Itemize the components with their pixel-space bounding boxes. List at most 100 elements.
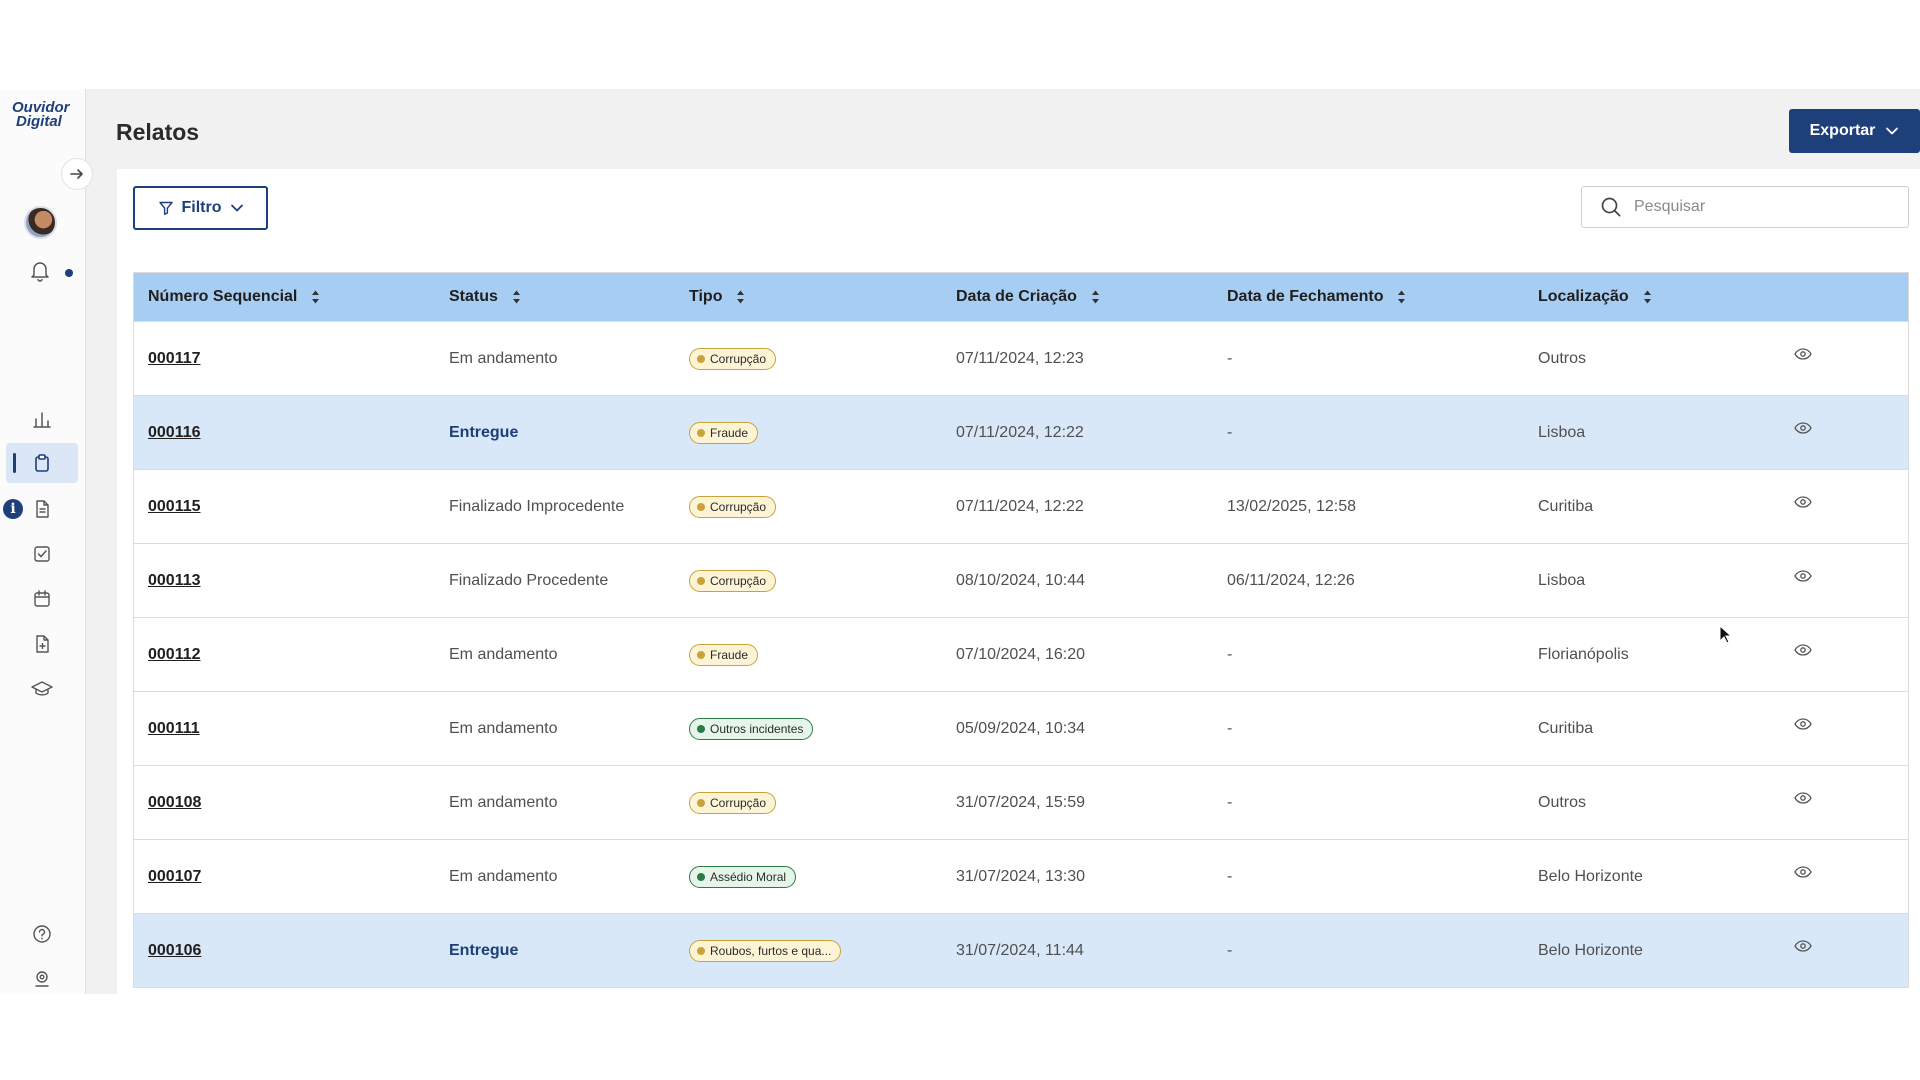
report-number-link[interactable]: 000108 [148,766,201,839]
nav-help[interactable] [6,914,78,954]
page-title: Relatos [116,119,200,145]
avatar[interactable] [24,206,57,239]
type-tag: Fraude [689,643,759,666]
report-number-link[interactable]: 000112 [148,618,201,691]
type-cell: Corrupção [689,544,777,617]
column-header[interactable]: Data de Criação [956,273,1100,321]
type-cell: Fraude [689,618,759,691]
type-tag: Outros incidentes [689,717,814,740]
expand-sidebar-button[interactable] [61,158,93,190]
view-eye-icon[interactable] [1794,791,1812,810]
location-pin-icon [35,971,49,987]
view-eye-icon[interactable] [1794,495,1812,514]
column-header[interactable]: Status [449,273,521,321]
sort-icon [312,290,320,304]
table-row[interactable]: 000117 Em andamento Corrupção 07/11/2024, 1… [134,321,1908,395]
nav-new-file[interactable] [6,624,78,664]
report-number-link[interactable]: 000107 [148,840,201,913]
column-header-label: Localização [1538,288,1629,305]
report-number-link[interactable]: 000117 [148,322,201,395]
table-row[interactable]: 000108 Em andamento Corrupção 31/07/2024, 1… [134,765,1908,839]
type-tag: Corrupção [689,495,777,518]
type-tag: Corrupção [689,791,777,814]
table-row[interactable]: 000115 Finalizado Improcedente Corrupção 07… [134,469,1908,543]
mouse-cursor-icon [1719,625,1733,644]
notifications-button[interactable] [30,260,50,287]
export-label: Exportar [1809,122,1876,139]
table-row[interactable]: 000107 Em andamento Assédio Moral 31/07/202… [134,839,1908,913]
type-tag: Corrupção [689,569,777,592]
type-tag-label: Outros incidentes [710,721,804,736]
filter-button[interactable]: Filtro [133,186,268,230]
help-icon [33,925,51,943]
arrow-right-icon [70,169,83,179]
closed-date-cell: - [1227,719,1233,737]
view-eye-icon[interactable] [1794,865,1812,884]
view-eye-icon[interactable] [1794,421,1812,440]
closed-date-cell: - [1227,793,1233,811]
report-number-link[interactable]: 000106 [148,914,201,987]
nav-dashboard[interactable] [6,399,78,439]
logo-line2: Digital [16,113,62,130]
sort-icon [512,290,520,304]
column-header[interactable]: Localização [1538,273,1652,321]
table-row[interactable]: 000116 Entregue Fraude 07/11/2024, 12:22 - Li… [134,395,1908,469]
location-cell: Lisboa [1538,571,1586,589]
nav-tasks[interactable] [6,534,78,574]
column-header[interactable]: Tipo [689,273,745,321]
status-cell: Em andamento [449,645,558,663]
report-number-link[interactable]: 000116 [148,396,201,469]
nav-documents[interactable] [6,489,78,529]
nav-relatos[interactable] [6,443,78,483]
tag-dot [697,428,705,437]
type-cell: Fraude [689,396,759,469]
closed-date-cell: - [1227,349,1233,367]
type-tag-label: Corrupção [710,351,767,366]
table-row[interactable]: 000112 Em andamento Fraude 07/10/2024, 16:2… [134,617,1908,691]
column-header[interactable]: Número Sequencial [148,273,320,321]
created-date-cell: 07/11/2024, 12:22 [956,497,1084,515]
sort-icon [1091,290,1099,304]
file-plus-icon [36,635,49,653]
tag-dot [697,724,705,733]
table-row[interactable]: 000111 Em andamento Outros incidentes 05/09… [134,691,1908,765]
location-cell: Curitiba [1538,719,1594,737]
location-cell: Outros [1538,793,1587,811]
view-eye-icon[interactable] [1794,569,1812,588]
report-number-link[interactable]: 000113 [148,544,201,617]
column-header-label: Status [449,288,498,305]
table-row[interactable]: 000113 Finalizado Procedente Corrupção 08/1… [134,543,1908,617]
view-eye-icon[interactable] [1794,643,1812,662]
report-number-link[interactable]: 000111 [148,692,200,765]
nav-training[interactable] [6,669,78,709]
export-button[interactable]: Exportar [1789,109,1920,153]
location-cell: Florianópolis [1538,645,1629,663]
status-cell: Finalizado Procedente [449,571,609,589]
location-cell: Outros [1538,349,1587,367]
type-cell: Corrupção [689,470,777,543]
view-eye-icon[interactable] [1794,717,1812,736]
type-cell: Outros incidentes [689,692,814,765]
view-eye-icon[interactable] [1794,939,1812,958]
sort-icon [1398,290,1406,304]
type-tag: Assédio Moral [689,865,797,888]
type-tag-label: Roubos, furtos e qua... [710,943,832,958]
column-header-label: Tipo [689,288,723,305]
tag-dot [697,872,705,881]
table-row[interactable]: 000106 Entregue Roubos, furtos e qua... 31/… [134,913,1908,987]
search-input[interactable] [1634,198,1884,216]
sidebar: Ouvidor Digital i [0,89,93,994]
type-tag: Roubos, furtos e qua... [689,939,842,962]
nav-calendar[interactable] [6,579,78,619]
report-number-link[interactable]: 000115 [148,470,201,543]
bar-chart-icon [33,412,51,428]
type-tag-label: Corrupção [710,573,767,588]
view-eye-icon[interactable] [1794,347,1812,366]
app-window: Ouvidor Digital i Relatos Exportar Filtr… [0,89,1920,994]
nav-location[interactable] [6,959,78,994]
created-date-cell: 07/10/2024, 16:20 [956,645,1086,663]
tag-dot [697,798,705,807]
column-header[interactable]: Data de Fechamento [1227,273,1406,321]
app-logo[interactable]: Ouvidor Digital [12,100,76,130]
search-box[interactable] [1581,186,1909,228]
